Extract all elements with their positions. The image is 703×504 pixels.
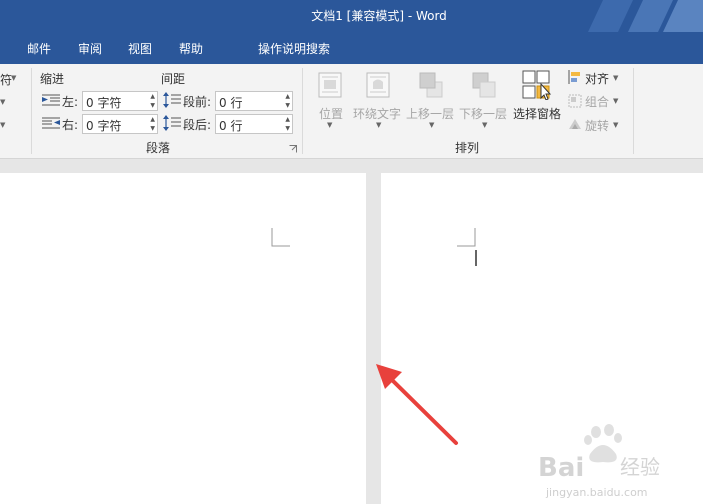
- red-arrow-annotation: [376, 364, 458, 445]
- group-icon[interactable]: [568, 94, 582, 108]
- group-divider: [31, 68, 32, 154]
- indent-right-value: 0 字符: [86, 119, 122, 133]
- chevron-down-icon[interactable]: ▼: [482, 121, 487, 129]
- send-backward-icon[interactable]: [471, 71, 497, 99]
- chevron-down-icon[interactable]: ▼: [0, 121, 5, 129]
- position-button[interactable]: 位置: [319, 105, 343, 122]
- document-page-left[interactable]: [0, 173, 366, 504]
- tab-review[interactable]: 审阅: [78, 40, 102, 57]
- spacing-before-icon: [163, 92, 181, 108]
- chevron-down-icon[interactable]: ▼: [429, 121, 434, 129]
- spacing-before-label: 段前:: [183, 95, 212, 109]
- group-divider: [633, 68, 634, 154]
- spacing-after-value: 0 行: [219, 119, 243, 133]
- spinner-arrows-icon[interactable]: ▲ ▼: [150, 115, 155, 133]
- spacing-after-label: 段后:: [183, 118, 212, 132]
- spinner-arrows-icon[interactable]: ▲ ▼: [285, 115, 290, 133]
- page-corner-mark: [271, 228, 290, 247]
- rotate-icon[interactable]: [568, 117, 582, 131]
- selection-pane-icon[interactable]: [522, 70, 554, 100]
- document-area: Bai 经验 jingyan.baidu.com: [0, 159, 703, 504]
- chevron-down-icon[interactable]: ▼: [0, 98, 5, 106]
- ribbon: 符 ▼ ▼ ▼ 缩进 左: 0 字符 ▲ ▼ 右: 0 字符 ▲ ▼ 间距 段前: …: [0, 64, 703, 159]
- tab-mailings[interactable]: 邮件: [27, 40, 51, 57]
- spacing-header: 间距: [161, 72, 186, 86]
- indent-right-icon: [42, 117, 60, 129]
- svg-text:jingyan.baidu.com: jingyan.baidu.com: [545, 486, 648, 499]
- spinner-arrows-icon[interactable]: ▲ ▼: [150, 92, 155, 110]
- arrange-group-label: 排列: [455, 141, 480, 155]
- indent-right-input[interactable]: 0 字符 ▲ ▼: [82, 114, 158, 134]
- selection-pane-button[interactable]: 选择窗格: [513, 105, 561, 122]
- chevron-down-icon[interactable]: ▼: [613, 74, 618, 82]
- tab-help[interactable]: 帮助: [179, 40, 203, 57]
- svg-text:Bai: Bai: [538, 453, 584, 483]
- indent-left-value: 0 字符: [86, 96, 122, 110]
- chevron-down-icon[interactable]: ▼: [613, 97, 618, 105]
- rotate-button[interactable]: 旋转: [585, 117, 609, 134]
- dialog-launcher-icon[interactable]: [289, 145, 297, 153]
- spacing-before-input[interactable]: 0 行 ▲ ▼: [215, 91, 293, 111]
- tab-view[interactable]: 视图: [128, 40, 152, 57]
- baidu-watermark-logo: Bai 经验 jingyan.baidu.com: [538, 424, 660, 499]
- spacing-after-icon: [163, 115, 181, 131]
- bring-forward-button[interactable]: 上移一层: [406, 105, 454, 122]
- page-corner-mark: [457, 228, 477, 266]
- spacing-before-value: 0 行: [219, 96, 243, 110]
- align-button[interactable]: 对齐: [585, 70, 609, 87]
- title-bar: 文档1 [兼容模式] - Word: [0, 0, 703, 32]
- ribbon-tab-row: 邮件 审阅 视图 帮助 操作说明搜索: [0, 32, 703, 87]
- group-divider: [302, 68, 303, 154]
- title-bar-decoration: [588, 0, 703, 32]
- indent-left-icon: [42, 94, 60, 106]
- spacing-after-input[interactable]: 0 行 ▲ ▼: [215, 114, 293, 134]
- tell-me-search[interactable]: 操作说明搜索: [258, 40, 330, 57]
- chevron-down-icon[interactable]: ▼: [613, 121, 618, 129]
- wrap-text-button[interactable]: 环绕文字: [353, 105, 401, 122]
- svg-text:经验: 经验: [620, 455, 660, 479]
- align-icon[interactable]: [568, 70, 582, 84]
- chevron-down-icon[interactable]: ▼: [376, 121, 381, 129]
- paragraph-group-label: 段落: [146, 141, 171, 155]
- spinner-arrows-icon[interactable]: ▲ ▼: [285, 92, 290, 110]
- indent-right-label: 右:: [62, 118, 79, 132]
- send-backward-button[interactable]: 下移一层: [459, 105, 507, 122]
- wrap-text-icon[interactable]: [366, 72, 390, 98]
- bring-forward-icon[interactable]: [418, 71, 444, 99]
- indent-left-input[interactable]: 0 字符 ▲ ▼: [82, 91, 158, 111]
- chevron-down-icon[interactable]: ▼: [11, 74, 16, 82]
- chevron-down-icon[interactable]: ▼: [327, 121, 332, 129]
- indent-left-label: 左:: [62, 95, 79, 109]
- position-icon[interactable]: [318, 72, 342, 98]
- indent-header: 缩进: [40, 72, 65, 86]
- group-button[interactable]: 组合: [585, 93, 609, 110]
